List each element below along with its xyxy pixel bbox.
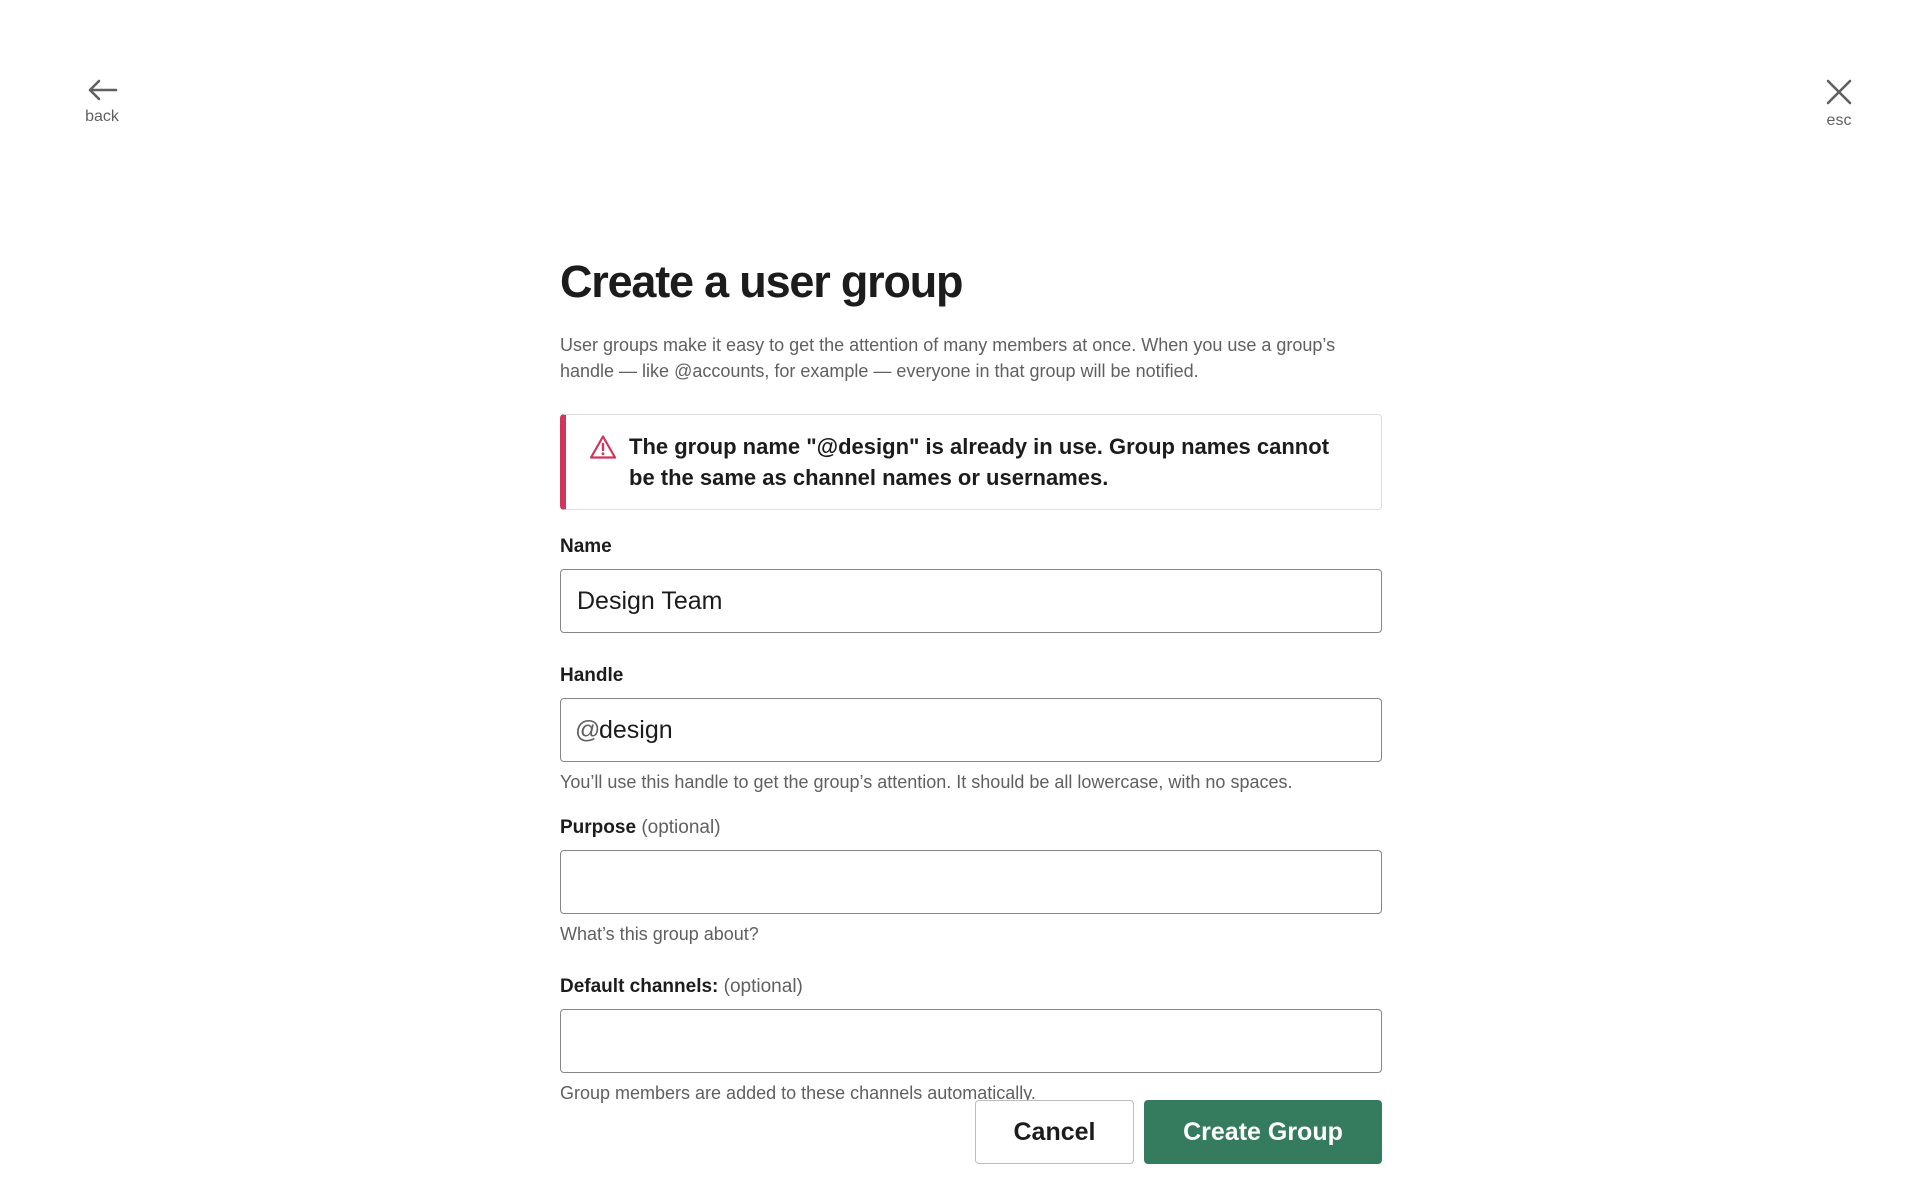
channels-optional: (optional) [723, 976, 803, 997]
warning-triangle-icon [589, 435, 617, 459]
error-alert: The group name "@design" is already in u… [560, 414, 1382, 510]
name-input[interactable] [560, 569, 1382, 633]
name-label: Name [560, 534, 1382, 560]
page-intro: User groups make it easy to get the atte… [560, 335, 1336, 381]
cancel-button[interactable]: Cancel [975, 1100, 1134, 1164]
purpose-label: Purpose (optional) [560, 815, 1382, 841]
arrow-left-icon [88, 79, 118, 101]
handle-help: You’ll use this handle to get the group’… [560, 772, 1293, 792]
purpose-help: What’s this group about? [560, 924, 759, 944]
purpose-label-text: Purpose [560, 817, 637, 838]
back-button[interactable]: back [72, 78, 132, 126]
page-title: Create a user group [560, 256, 964, 307]
esc-label: esc [1826, 112, 1852, 129]
form-actions: Cancel Create Group [560, 1100, 1382, 1164]
create-group-button[interactable]: Create Group [1144, 1100, 1382, 1164]
handle-input[interactable] [560, 698, 1382, 762]
channels-label: Default channels: (optional) [560, 974, 1382, 1000]
purpose-optional: (optional) [641, 817, 721, 838]
handle-label: Handle [560, 663, 1382, 689]
back-label: back [85, 108, 119, 125]
alert-message: The group name "@design" is already in u… [629, 434, 1330, 490]
close-button[interactable]: esc [1809, 78, 1869, 130]
create-group-form: Create a user group User groups make it … [560, 254, 1382, 1164]
channels-label-text: Default channels: [560, 976, 719, 997]
name-label-text: Name [560, 536, 612, 557]
channels-input[interactable] [560, 1009, 1382, 1073]
close-icon [1826, 79, 1852, 105]
handle-label-text: Handle [560, 665, 624, 686]
purpose-input[interactable] [560, 850, 1382, 914]
handle-input-wrap: @ [560, 698, 1382, 762]
